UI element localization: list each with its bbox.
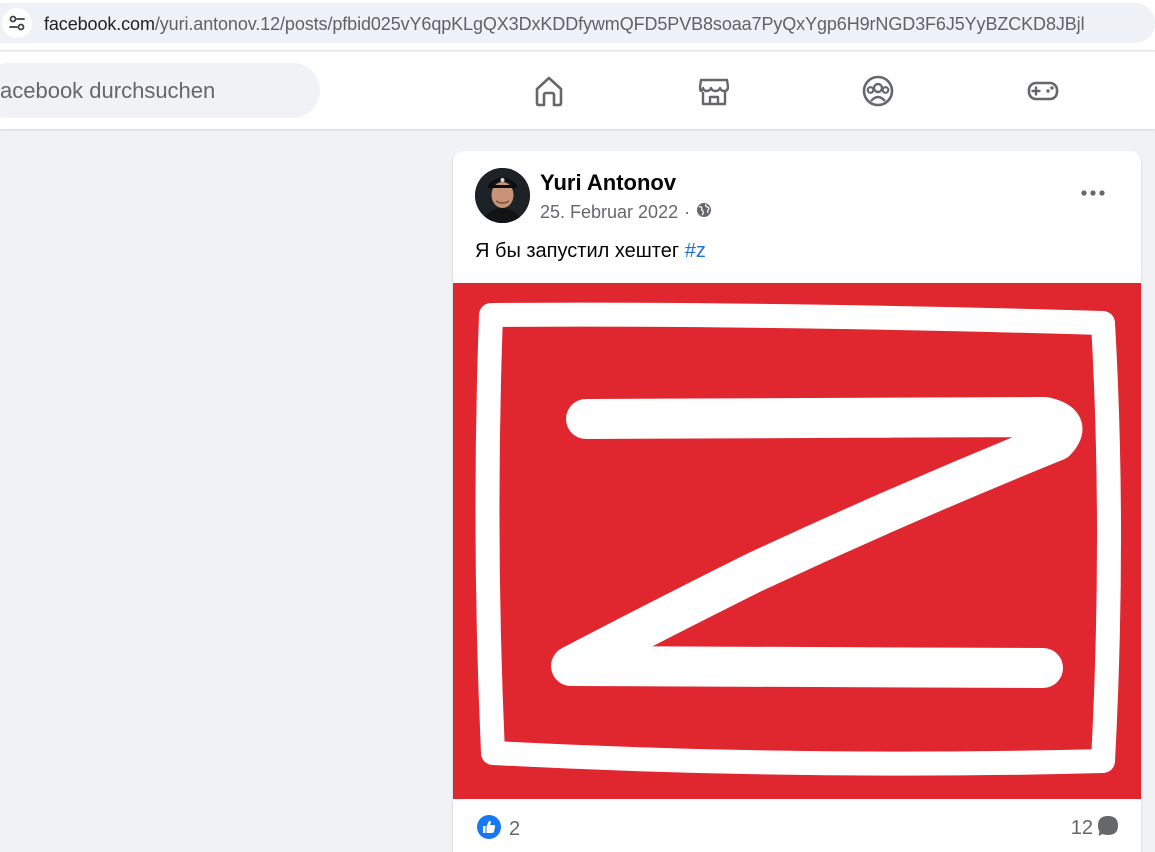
post-image[interactable] [453, 283, 1141, 799]
groups-icon[interactable] [858, 71, 898, 111]
like-icon [477, 815, 501, 844]
search-input[interactable]: acebook durchsuchen [0, 63, 320, 118]
home-icon[interactable] [529, 71, 569, 111]
post-body-text: Я бы запустил хештег [475, 240, 685, 262]
globe-icon [696, 202, 712, 223]
facebook-top-bar: acebook durchsuchen [0, 52, 1155, 129]
post-text: Я бы запустил хештег #z [475, 240, 706, 263]
post-author-name[interactable]: Yuri Antonov [540, 170, 676, 196]
url-text: facebook.com/yuri.antonov.12/posts/pfbid… [44, 14, 1085, 35]
post-meta: 25. Februar 2022 · [540, 202, 712, 223]
comments-summary[interactable]: 12 [1071, 815, 1119, 842]
post-date[interactable]: 25. Februar 2022 [540, 202, 678, 223]
reaction-count: 2 [509, 818, 521, 840]
post-options-icon[interactable] [1075, 175, 1111, 211]
marketplace-icon[interactable] [694, 71, 734, 111]
gaming-icon[interactable] [1023, 71, 1063, 111]
url-host: facebook.com [44, 14, 155, 34]
url-field[interactable]: facebook.com/yuri.antonov.12/posts/pfbid… [0, 3, 1155, 43]
comment-icon [1097, 815, 1119, 842]
meta-separator: · [684, 202, 691, 222]
author-avatar[interactable] [475, 168, 530, 223]
post-hashtag[interactable]: #z [685, 240, 706, 262]
search-placeholder: acebook durchsuchen [0, 78, 216, 103]
site-settings-icon[interactable] [2, 8, 32, 38]
browser-address-bar: facebook.com/yuri.antonov.12/posts/pfbid… [0, 0, 1155, 51]
post-card: Yuri Antonov 25. Februar 2022 · Я бы зап… [453, 151, 1141, 852]
url-path: /yuri.antonov.12/posts/pfbid025vY6qpKLgQ… [154, 14, 1085, 34]
comment-count: 12 [1070, 817, 1093, 839]
reactions-summary[interactable]: 2 [477, 815, 520, 844]
